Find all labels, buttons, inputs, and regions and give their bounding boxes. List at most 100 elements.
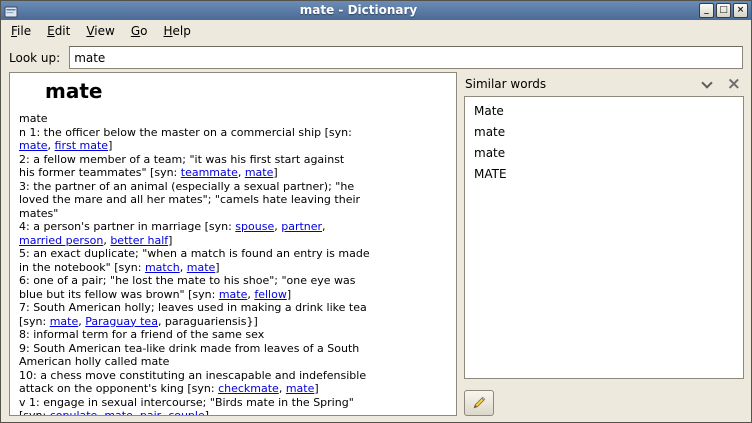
definition-line: 4: a person's partner in marriage [syn: … bbox=[19, 220, 447, 234]
definition-line: 2: a fellow member of a team; "it was hi… bbox=[19, 153, 447, 167]
similar-word-item[interactable]: Mate bbox=[467, 100, 741, 121]
definition-text: his former teammates" [syn: bbox=[19, 166, 181, 179]
minimize-button[interactable]: _ bbox=[699, 3, 714, 18]
dictionary-link[interactable]: partner bbox=[281, 220, 322, 233]
definition-text: n 1: the officer below the master on a c… bbox=[19, 126, 352, 139]
window-controls: _ □ × bbox=[699, 3, 748, 18]
chevron-down-icon[interactable] bbox=[701, 77, 712, 88]
definition-line: mate bbox=[19, 112, 447, 126]
menu-view[interactable]: View bbox=[78, 20, 122, 42]
dictionary-link[interactable]: better half bbox=[110, 234, 168, 247]
clear-button[interactable] bbox=[464, 390, 494, 416]
maximize-button[interactable]: □ bbox=[716, 3, 731, 18]
definition-line: loved the mare and all her mates"; "came… bbox=[19, 193, 447, 207]
definition-text: , bbox=[133, 409, 140, 416]
dictionary-link[interactable]: mate bbox=[286, 382, 315, 395]
definition-text: ] bbox=[205, 409, 209, 416]
definition-text: 7: South American holly; leaves used in … bbox=[19, 301, 367, 314]
definition-text: , bbox=[180, 261, 187, 274]
definition-body: maten 1: the officer below the master on… bbox=[19, 112, 447, 416]
dictionary-link[interactable]: spouse bbox=[235, 220, 274, 233]
definition-line: v 1: engage in sexual intercourse; "Bird… bbox=[19, 396, 447, 410]
definition-line: 3: the partner of an animal (especially … bbox=[19, 180, 447, 194]
lookup-input[interactable] bbox=[69, 46, 743, 69]
definition-text: mate bbox=[19, 112, 48, 125]
dictionary-link[interactable]: mate bbox=[245, 166, 274, 179]
dictionary-link[interactable]: copulate bbox=[50, 409, 98, 416]
similar-words-header: Similar words × bbox=[464, 72, 744, 96]
definition-text: , bbox=[279, 382, 286, 395]
definition-text: v 1: engage in sexual intercourse; "Bird… bbox=[19, 396, 354, 409]
dictionary-link[interactable]: match bbox=[145, 261, 180, 274]
dictionary-link[interactable]: mate bbox=[19, 139, 48, 152]
definition-text: attack on the opponent's king [syn: bbox=[19, 382, 218, 395]
definition-line: mates" bbox=[19, 207, 447, 221]
window-title: mate - Dictionary bbox=[21, 1, 696, 20]
definition-line: [syn: mate, Paraguay tea, paraguariensis… bbox=[19, 315, 447, 329]
similar-word-item[interactable]: MATE bbox=[467, 163, 741, 184]
definition-text: [syn: bbox=[19, 315, 50, 328]
sidebar-close-icon[interactable]: × bbox=[725, 76, 743, 93]
dictionary-link[interactable]: mate bbox=[219, 288, 248, 301]
menu-go[interactable]: Go bbox=[123, 20, 156, 42]
definition-line: his former teammates" [syn: teammate, ma… bbox=[19, 166, 447, 180]
dictionary-link[interactable]: married person bbox=[19, 234, 103, 247]
titlebar[interactable]: mate - Dictionary _ □ × bbox=[1, 1, 751, 20]
sidebar-title: Similar words bbox=[465, 77, 699, 91]
definition-text: , paraguariensis}] bbox=[158, 315, 258, 328]
definition-text: ] bbox=[287, 288, 291, 301]
lookup-label: Look up: bbox=[9, 51, 60, 65]
dictionary-window: mate - Dictionary _ □ × FileEditViewGoHe… bbox=[0, 0, 752, 423]
definition-text: 3: the partner of an animal (especially … bbox=[19, 180, 354, 193]
definition-line: 10: a chess move constituting an inescap… bbox=[19, 369, 447, 383]
definition-text: [syn: bbox=[19, 409, 50, 416]
dictionary-link[interactable]: couple bbox=[168, 409, 205, 416]
menu-edit[interactable]: Edit bbox=[39, 20, 78, 42]
similar-word-item[interactable]: mate bbox=[467, 142, 741, 163]
definition-pane[interactable]: mate maten 1: the officer below the mast… bbox=[9, 72, 457, 416]
definition-text: , bbox=[322, 220, 326, 233]
definition-text: 6: one of a pair; "he lost the mate to h… bbox=[19, 274, 356, 287]
definition-text: ] bbox=[215, 261, 219, 274]
definition-line: 8: informal term for a friend of the sam… bbox=[19, 328, 447, 342]
definition-text: in the notebook" [syn: bbox=[19, 261, 145, 274]
definition-text: blue but its fellow was brown" [syn: bbox=[19, 288, 219, 301]
definition-line: 5: an exact duplicate; "when a match is … bbox=[19, 247, 447, 261]
main-area: mate maten 1: the officer below the mast… bbox=[9, 72, 744, 416]
dictionary-link[interactable]: fellow bbox=[254, 288, 286, 301]
definition-text: loved the mare and all her mates"; "came… bbox=[19, 193, 360, 206]
definition-text: 2: a fellow member of a team; "it was hi… bbox=[19, 153, 344, 166]
dictionary-link[interactable]: teammate bbox=[181, 166, 238, 179]
definition-text: 10: a chess move constituting an inescap… bbox=[19, 369, 366, 382]
dictionary-link[interactable]: pair bbox=[140, 409, 161, 416]
definition-line: mate, first mate] bbox=[19, 139, 447, 153]
dictionary-link[interactable]: first mate bbox=[55, 139, 109, 152]
dictionary-link[interactable]: mate bbox=[50, 315, 79, 328]
definition-text: ] bbox=[108, 139, 112, 152]
definition-line: 6: one of a pair; "he lost the mate to h… bbox=[19, 274, 447, 288]
dictionary-link[interactable]: Paraguay tea bbox=[85, 315, 158, 328]
pencil-icon bbox=[471, 395, 487, 411]
definition-line: 7: South American holly; leaves used in … bbox=[19, 301, 447, 315]
similar-word-item[interactable]: mate bbox=[467, 121, 741, 142]
definition-text: 4: a person's partner in marriage [syn: bbox=[19, 220, 235, 233]
sidebar-footer bbox=[464, 379, 744, 416]
definition-text: 9: South American tea-like drink made fr… bbox=[19, 342, 359, 355]
dictionary-link[interactable]: checkmate bbox=[218, 382, 279, 395]
dictionary-link[interactable]: mate bbox=[187, 261, 216, 274]
menubar: FileEditViewGoHelp bbox=[1, 20, 751, 42]
definition-text: American holly called mate bbox=[19, 355, 169, 368]
similar-words-list: MatematemateMATE bbox=[464, 96, 744, 379]
app-icon bbox=[4, 4, 18, 18]
definition-line: 9: South American tea-like drink made fr… bbox=[19, 342, 447, 356]
menu-help[interactable]: Help bbox=[155, 20, 198, 42]
definition-line: American holly called mate bbox=[19, 355, 447, 369]
close-button[interactable]: × bbox=[733, 3, 748, 18]
definition-line: married person, better half] bbox=[19, 234, 447, 248]
dictionary-link[interactable]: mate bbox=[104, 409, 133, 416]
menu-file[interactable]: File bbox=[3, 20, 39, 42]
definition-text: , bbox=[48, 139, 55, 152]
definition-line: attack on the opponent's king [syn: chec… bbox=[19, 382, 447, 396]
definition-line: n 1: the officer below the master on a c… bbox=[19, 126, 447, 140]
definition-text: mates" bbox=[19, 207, 58, 220]
